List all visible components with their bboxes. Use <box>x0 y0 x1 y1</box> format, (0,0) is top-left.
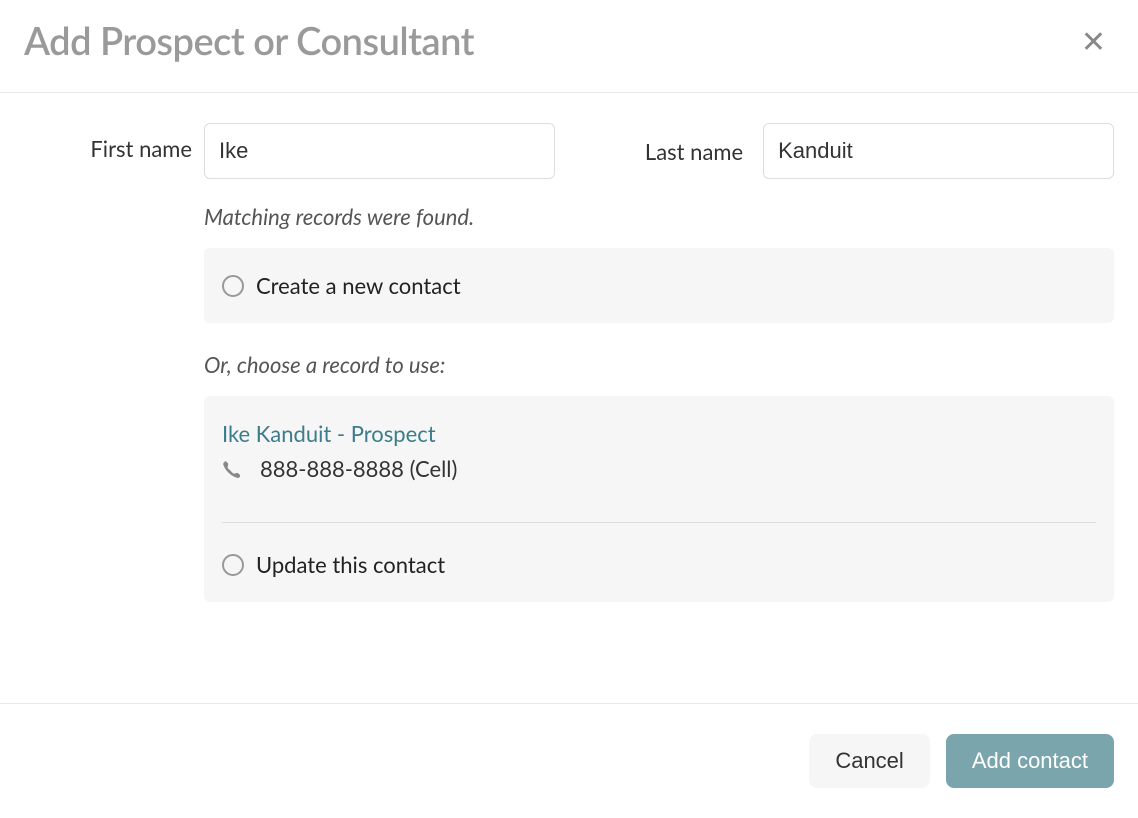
update-contact-radio[interactable] <box>222 554 244 576</box>
cancel-button[interactable]: Cancel <box>809 734 929 788</box>
create-new-card[interactable]: Create a new contact <box>204 248 1114 323</box>
modal-title: Add Prospect or Consultant <box>24 18 474 64</box>
matching-hint: Matching records were found. <box>204 203 1114 230</box>
phone-icon <box>222 460 240 478</box>
update-contact-label: Update this contact <box>256 551 445 578</box>
last-name-label: Last name <box>565 138 753 165</box>
create-new-radio[interactable] <box>222 275 244 297</box>
record-phone: 888-888-8888 (Cell) <box>260 455 457 482</box>
create-new-label: Create a new contact <box>256 272 461 299</box>
first-name-input[interactable] <box>204 123 555 179</box>
record-title[interactable]: Ike Kanduit - Prospect <box>222 420 1096 447</box>
close-icon[interactable]: ✕ <box>1073 22 1114 60</box>
last-name-input[interactable] <box>763 123 1114 179</box>
choose-record-hint: Or, choose a record to use: <box>204 351 1114 378</box>
record-divider <box>222 522 1096 523</box>
add-contact-button[interactable]: Add contact <box>946 734 1114 788</box>
first-name-label: First name <box>90 135 192 162</box>
record-card[interactable]: Ike Kanduit - Prospect 888-888-8888 (Cel… <box>204 396 1114 602</box>
